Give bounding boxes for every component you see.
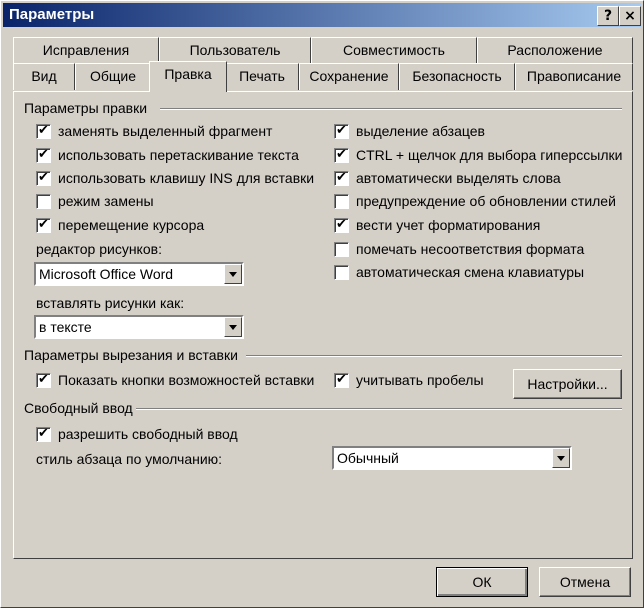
group-divider [246,355,622,357]
insert-pictures-select[interactable]: в тексте [34,315,244,339]
check-mark-icon: ✔ [336,123,347,138]
group-divider [160,108,622,110]
settings-button[interactable]: Настройки... [513,369,622,399]
group-divider [136,408,622,410]
checkbox-box[interactable]: ✔ [36,372,51,388]
tab-spelling[interactable]: Правописание [515,63,633,90]
chevron-down-icon[interactable] [224,317,242,337]
checkbox-box[interactable]: ✔ [334,123,349,139]
check-mark-icon: ✔ [336,372,347,387]
picture-editor-select[interactable]: Microsoft Office Word [34,262,244,286]
cancel-button[interactable]: Отмена [539,567,631,597]
ok-button[interactable]: ОК [436,567,528,597]
checkbox-box[interactable] [334,194,349,209]
check-mark-icon: ✔ [336,217,347,232]
checkbox-box[interactable]: ✔ [334,147,349,163]
tab-location[interactable]: Расположение [477,37,633,64]
checkbox-box[interactable]: ✔ [36,147,51,163]
check-mark-icon: ✔ [336,170,347,185]
check-mark-icon: ✔ [38,372,49,387]
check-mark-icon: ✔ [38,170,49,185]
checkbox-box[interactable]: ✔ [334,217,349,233]
help-button[interactable]: ? [597,6,619,26]
check-mark-icon: ✔ [38,426,49,441]
tab-compatibility[interactable]: Совместимость [311,37,477,64]
insert-pictures-label: вставлять рисунки как: [36,295,185,311]
check-mark-icon: ✔ [336,147,347,162]
title-bar: Параметры ? × [3,3,641,27]
edit-tab-panel: Параметры правки ✔ заменять выделенный ф… [13,91,633,559]
cut-paste-title: Параметры вырезания и вставки [24,347,238,363]
checkbox-box[interactable] [36,194,51,209]
checkbox-box[interactable]: ✔ [334,170,349,186]
tab-edit[interactable]: Правка [149,61,227,92]
checkbox-box[interactable] [334,242,349,257]
window-title: Параметры [9,6,95,23]
tab-save[interactable]: Сохранение [299,63,399,90]
check-mark-icon: ✔ [38,147,49,162]
options-dialog: Параметры ? × Исправления Пользователь С… [0,0,644,608]
checkbox-box[interactable]: ✔ [36,170,51,186]
checkbox-box[interactable] [334,265,349,280]
checkbox-box[interactable]: ✔ [36,123,51,139]
tab-corrections[interactable]: Исправления [13,37,159,64]
tab-security[interactable]: Безопасность [399,63,515,90]
tab-general[interactable]: Общие [75,63,151,90]
checkbox-box[interactable]: ✔ [334,372,349,388]
free-input-title: Свободный ввод [24,400,133,416]
checkbox-box[interactable]: ✔ [36,426,51,442]
check-mark-icon: ✔ [38,123,49,138]
tab-view[interactable]: Вид [13,63,75,90]
tab-user[interactable]: Пользователь [159,37,311,64]
chevron-down-icon[interactable] [552,448,570,468]
default-style-label: стиль абзаца по умолчанию: [36,451,223,467]
check-mark-icon: ✔ [38,217,49,232]
checkbox-box[interactable]: ✔ [36,217,51,233]
default-style-select[interactable]: Обычный [332,446,572,470]
tab-print[interactable]: Печать [225,63,299,90]
close-button[interactable]: × [619,6,641,26]
picture-editor-label: редактор рисунков: [36,241,162,257]
edit-options-title: Параметры правки [24,100,148,116]
chevron-down-icon[interactable] [224,264,242,284]
